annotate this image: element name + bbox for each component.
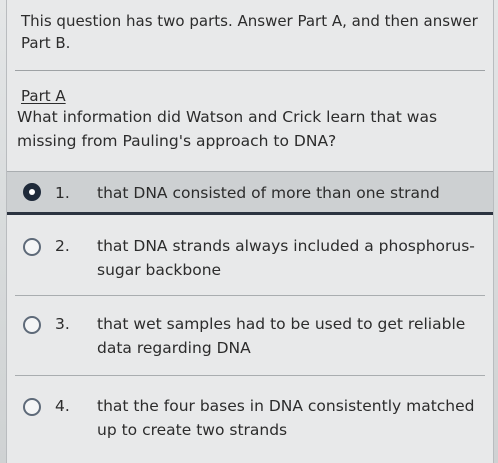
answer-option-2[interactable]: 2. that DNA strands always included a ph… (7, 227, 493, 293)
answer-option-1[interactable]: 1. that DNA consisted of more than one s… (7, 171, 493, 215)
divider (15, 295, 485, 296)
option-text: that wet samples had to be used to get r… (97, 315, 466, 357)
divider (15, 70, 485, 71)
option-number: 3. (55, 315, 70, 333)
option-text: that DNA strands always included a phosp… (97, 237, 475, 279)
option-number: 1. (55, 184, 70, 202)
radio-button-icon[interactable] (23, 316, 41, 334)
radio-button-selected-icon[interactable] (23, 183, 41, 201)
answer-option-4[interactable]: 4. that the four bases in DNA consistent… (7, 381, 493, 457)
answer-option-3[interactable]: 3. that wet samples had to be used to ge… (7, 301, 493, 373)
option-text: that the four bases in DNA consistently … (97, 397, 475, 439)
part-label: Part A (21, 87, 66, 105)
question-text: What information did Watson and Crick le… (17, 108, 438, 150)
radio-button-icon[interactable] (23, 398, 41, 416)
screen: This question has two parts. Answer Part… (0, 0, 498, 463)
option-text: that DNA consisted of more than one stra… (97, 184, 440, 202)
radio-button-icon[interactable] (23, 238, 41, 256)
instructions-text: This question has two parts. Answer Part… (21, 12, 478, 52)
option-number: 4. (55, 397, 70, 415)
question-card: This question has two parts. Answer Part… (6, 0, 494, 463)
option-number: 2. (55, 237, 70, 255)
divider (15, 375, 485, 376)
